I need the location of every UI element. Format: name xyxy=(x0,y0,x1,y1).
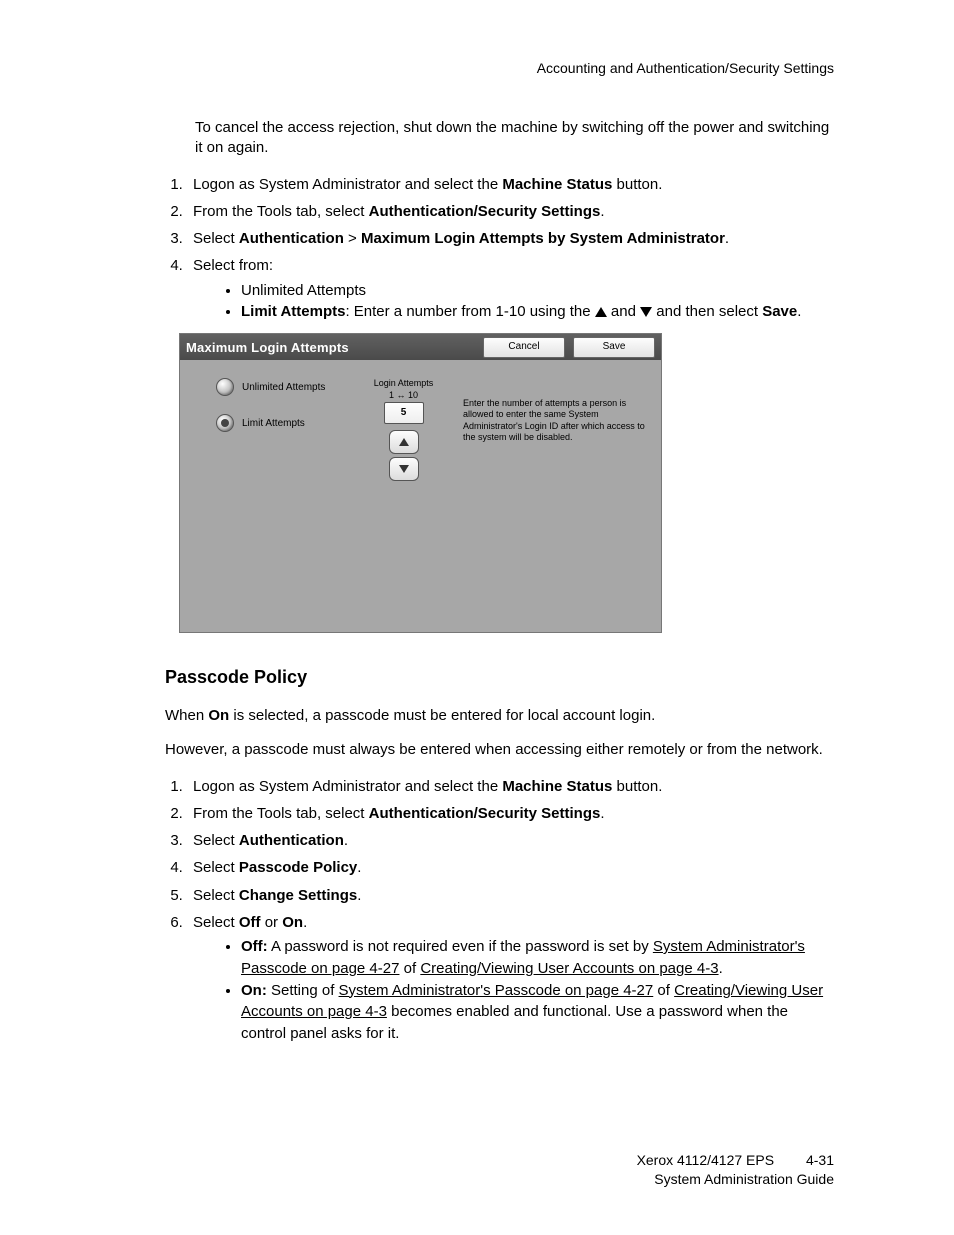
step-a4: Select from: Unlimited Attempts Limit At… xyxy=(187,254,834,323)
decrement-button[interactable] xyxy=(389,457,419,481)
radio-label: Limit Attempts xyxy=(242,418,305,429)
device-ui-title: Maximum Login Attempts xyxy=(186,340,475,355)
steps-list-b: Logon as System Administrator and select… xyxy=(165,775,834,1045)
section2-p1: When On is selected, a passcode must be … xyxy=(165,706,834,726)
step-b5: Select Change Settings. xyxy=(187,884,834,907)
attempts-value: 5 xyxy=(384,402,424,424)
radio-icon xyxy=(216,414,234,432)
step-b6: Select Off or On. Off: A password is not… xyxy=(187,911,834,1045)
save-button[interactable]: Save xyxy=(573,337,655,358)
section2-p2: However, a passcode must always be enter… xyxy=(165,740,834,760)
radio-icon xyxy=(216,378,234,396)
step-a1: Logon as System Administrator and select… xyxy=(187,173,834,196)
increment-button[interactable] xyxy=(389,430,419,454)
device-ui-titlebar: Maximum Login Attempts Cancel Save xyxy=(180,334,661,360)
value-column: Login Attempts 1 ↔ 10 5 xyxy=(356,378,451,632)
value-label-2: 1 ↔ 10 xyxy=(356,390,451,400)
step-b2: From the Tools tab, select Authenticatio… xyxy=(187,802,834,825)
intro-paragraph: To cancel the access rejection, shut dow… xyxy=(195,118,834,159)
radio-label: Unlimited Attempts xyxy=(242,382,325,393)
bullet-a2: Limit Attempts: Enter a number from 1-10… xyxy=(241,301,834,323)
footer-product: Xerox 4112/4127 EPS xyxy=(637,1152,775,1168)
step-b1: Logon as System Administrator and select… xyxy=(187,775,834,798)
link-creating-accounts[interactable]: Creating/Viewing User Accounts on page 4… xyxy=(420,960,718,977)
value-label-1: Login Attempts xyxy=(356,378,451,388)
device-ui-screenshot: Maximum Login Attempts Cancel Save Unlim… xyxy=(179,333,662,633)
chevron-up-icon xyxy=(399,438,409,446)
step-b4: Select Passcode Policy. xyxy=(187,856,834,879)
help-text: Enter the number of attempts a person is… xyxy=(451,378,649,632)
page-footer: Xerox 4112/4127 EPS 4-31 System Administ… xyxy=(637,1151,834,1189)
document-page: Accounting and Authentication/Security S… xyxy=(0,0,954,1235)
bullets-a: Unlimited Attempts Limit Attempts: Enter… xyxy=(193,280,834,324)
radio-options-column: Unlimited Attempts Limit Attempts xyxy=(216,378,356,632)
step-a3: Select Authentication > Maximum Login At… xyxy=(187,227,834,250)
section-heading-passcode-policy: Passcode Policy xyxy=(165,667,834,688)
radio-unlimited[interactable]: Unlimited Attempts xyxy=(216,378,356,396)
triangle-down-icon xyxy=(640,307,652,317)
cancel-button[interactable]: Cancel xyxy=(483,337,565,358)
triangle-up-icon xyxy=(595,307,607,317)
step-b3: Select Authentication. xyxy=(187,829,834,852)
radio-limit[interactable]: Limit Attempts xyxy=(216,414,356,432)
step-a2: From the Tools tab, select Authenticatio… xyxy=(187,200,834,223)
chevron-down-icon xyxy=(399,465,409,473)
steps-list-a: Logon as System Administrator and select… xyxy=(165,173,834,324)
bullet-on: On: Setting of System Administrator's Pa… xyxy=(241,980,834,1045)
page-number: 4-31 xyxy=(806,1151,834,1170)
bullets-b: Off: A password is not required even if … xyxy=(193,936,834,1045)
footer-guide: System Administration Guide xyxy=(637,1170,834,1189)
bullet-a1: Unlimited Attempts xyxy=(241,280,834,302)
link-sysadmin-passcode[interactable]: System Administrator's Passcode on page … xyxy=(339,982,654,999)
device-ui-body: Unlimited Attempts Limit Attempts Login … xyxy=(180,360,661,632)
running-header: Accounting and Authentication/Security S… xyxy=(165,60,834,76)
bullet-off: Off: A password is not required even if … xyxy=(241,936,834,980)
